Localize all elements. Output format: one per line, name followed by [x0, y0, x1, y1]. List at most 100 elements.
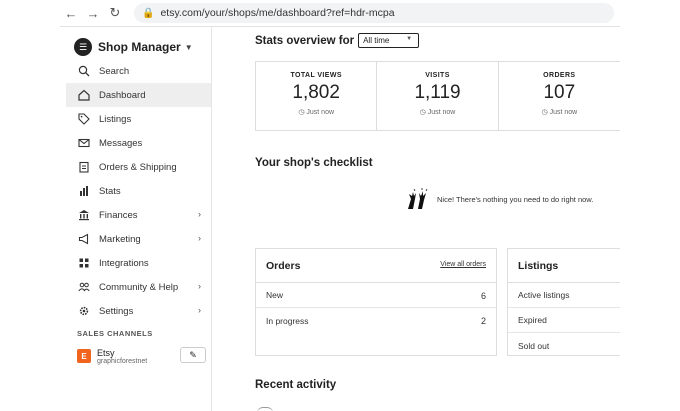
- clock-icon: ◷: [541, 109, 548, 116]
- stat-value: 1,119: [414, 82, 461, 103]
- megaphone-icon: [77, 232, 91, 246]
- main-content: Stats overview for All time ▼ TOTAL VIEW…: [213, 27, 620, 411]
- stat-updated-text: Just now: [549, 109, 578, 116]
- sidebar-item-label: Dashboard: [99, 89, 146, 101]
- grid-icon: [77, 256, 91, 270]
- stats-header: Stats overview for All time ▼: [255, 33, 420, 48]
- shop-manager-logo-icon: ☰: [74, 38, 92, 56]
- row-count: 2: [480, 316, 486, 326]
- clipboard-icon: [77, 160, 91, 174]
- sidebar: ☰ Shop Manager ▼ Search Dashboard Listin…: [66, 27, 212, 411]
- date-range-value: All time: [363, 36, 390, 45]
- stat-label: VISITS: [425, 72, 450, 79]
- orders-row-new[interactable]: New 6: [256, 283, 496, 308]
- caret-down-icon: ▼: [406, 36, 413, 42]
- stat-visits[interactable]: VISITS 1,119 ◷ Just now: [377, 62, 499, 130]
- clock-icon: ◷: [298, 109, 305, 116]
- recent-activity-avatar: [257, 407, 273, 411]
- sidebar-item-stats[interactable]: Stats: [66, 179, 211, 203]
- etsy-logo-icon: E: [77, 349, 91, 363]
- sales-channels-heading: SALES CHANNELS: [77, 329, 153, 338]
- sidebar-item-finances[interactable]: Finances ›: [66, 203, 211, 227]
- sidebar-item-label: Search: [99, 65, 130, 77]
- sidebar-item-label: Orders & Shipping: [99, 161, 177, 173]
- sidebar-item-messages[interactable]: Messages: [66, 131, 211, 155]
- sidebar-item-label: Settings: [99, 305, 134, 317]
- row-label: New: [266, 290, 284, 300]
- row-label: Sold out: [518, 340, 550, 351]
- sidebar-item-community-help[interactable]: Community & Help ›: [66, 275, 211, 299]
- listings-row-active[interactable]: Active listings: [508, 283, 620, 308]
- stat-updated-text: Just now: [427, 109, 456, 116]
- back-arrow-icon[interactable]: ←: [60, 2, 82, 24]
- envelope-icon: [77, 136, 91, 150]
- caret-down-icon: ▼: [184, 42, 193, 52]
- orders-row-in-progress[interactable]: In progress 2: [256, 308, 496, 333]
- checklist-text: Nice! There's nothing you need to do rig…: [437, 194, 594, 204]
- recent-activity-title: Recent activity: [255, 379, 337, 391]
- listings-card-title: Listings: [518, 259, 559, 272]
- sidebar-item-settings[interactable]: Settings ›: [66, 299, 211, 323]
- sidebar-item-listings[interactable]: Listings: [66, 107, 211, 131]
- edit-channel-button[interactable]: ✎: [180, 347, 206, 363]
- browser-toolbar: ← → ↻ 🔒 etsy.com/your/shops/me/dashboard…: [60, 0, 620, 26]
- listings-row-sold-out[interactable]: Sold out: [508, 333, 620, 358]
- sidebar-item-label: Messages: [99, 137, 143, 149]
- row-count: 6: [480, 291, 486, 301]
- chevron-right-icon: ›: [198, 233, 201, 243]
- stat-label: TOTAL VIEWS: [290, 72, 342, 79]
- tags-icon: [77, 112, 91, 126]
- channel-text: Etsy graphicforestnet: [97, 348, 147, 365]
- stat-orders[interactable]: ORDERS 107 ◷ Just now: [499, 62, 620, 130]
- address-bar[interactable]: 🔒 etsy.com/your/shops/me/dashboard?ref=h…: [134, 3, 614, 23]
- sidebar-item-label: Marketing: [99, 233, 141, 245]
- brand-name: Shop Manager: [98, 40, 181, 54]
- stat-updated-text: Just now: [306, 109, 335, 116]
- listings-card-header: Listings: [508, 249, 620, 283]
- gear-icon: [77, 304, 91, 318]
- row-label: In progress: [266, 315, 309, 326]
- sidebar-item-dashboard[interactable]: Dashboard: [66, 83, 211, 107]
- shop-manager-menu[interactable]: ☰ Shop Manager ▼: [66, 27, 211, 59]
- date-range-select[interactable]: All time ▼: [358, 33, 420, 48]
- pencil-icon: ✎: [189, 349, 197, 360]
- sidebar-item-marketing[interactable]: Marketing ›: [66, 227, 211, 251]
- stat-updated: ◷ Just now: [377, 108, 497, 116]
- raised-hands-icon: [408, 188, 428, 209]
- chevron-right-icon: ›: [198, 281, 201, 291]
- sidebar-item-label: Finances: [99, 209, 138, 221]
- stat-total-views[interactable]: TOTAL VIEWS 1,802 ◷ Just now: [256, 62, 378, 130]
- url-text: etsy.com/your/shops/me/dashboard?ref=hdr…: [160, 7, 395, 19]
- sidebar-item-orders-shipping[interactable]: Orders & Shipping: [66, 155, 211, 179]
- sales-channel-etsy[interactable]: E Etsy graphicforestnet ✎: [66, 344, 211, 368]
- forward-arrow-icon[interactable]: →: [82, 2, 104, 24]
- lock-icon: 🔒: [142, 7, 155, 19]
- sidebar-item-search[interactable]: Search: [66, 59, 211, 83]
- stat-updated: ◷ Just now: [499, 108, 620, 116]
- listings-row-expired[interactable]: Expired: [508, 308, 620, 333]
- checklist-title: Your shop's checklist: [255, 157, 373, 169]
- channel-name: Etsy: [97, 347, 115, 358]
- sidebar-menu: Search Dashboard Listings Messages Order…: [66, 59, 211, 323]
- view-all-orders-link[interactable]: View all orders: [440, 261, 486, 268]
- sidebar-item-label: Listings: [99, 113, 132, 125]
- people-icon: [77, 280, 91, 294]
- checklist-message: Nice! There's nothing you need to do rig…: [405, 187, 593, 211]
- sidebar-item-label: Integrations: [99, 257, 149, 269]
- stat-updated: ◷ Just now: [256, 108, 376, 116]
- bank-icon: [77, 208, 91, 222]
- sidebar-item-integrations[interactable]: Integrations: [66, 251, 211, 275]
- row-label: Expired: [518, 315, 547, 325]
- bar-chart-icon: [77, 184, 91, 198]
- stat-value: 1,802: [292, 82, 340, 103]
- reload-icon[interactable]: ↻: [104, 2, 126, 24]
- channel-shop-name: graphicforestnet: [97, 357, 148, 365]
- stats-overview-card: TOTAL VIEWS 1,802 ◷ Just now VISITS 1,11…: [255, 61, 620, 131]
- sidebar-item-label: Stats: [99, 185, 121, 197]
- clock-icon: ◷: [419, 109, 426, 116]
- listings-card: Listings Active listings Expired Sold ou…: [507, 248, 620, 356]
- stat-label: ORDERS: [543, 72, 576, 79]
- chevron-right-icon: ›: [198, 209, 201, 219]
- orders-card-header: Orders View all orders: [256, 249, 496, 283]
- chevron-right-icon: ›: [198, 305, 201, 315]
